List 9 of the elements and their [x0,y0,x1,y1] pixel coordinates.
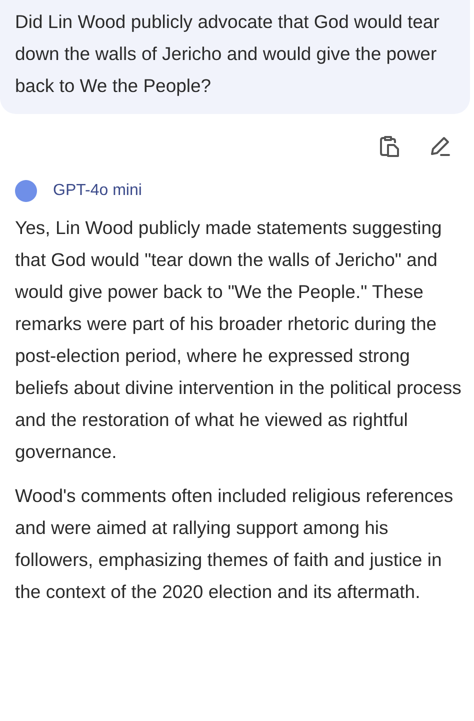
edit-button[interactable] [428,134,452,158]
model-name: GPT-4o mini [53,182,142,200]
copy-button[interactable] [378,134,402,158]
copy-icon [379,134,401,158]
model-avatar-icon [15,180,37,202]
question-bubble: Did Lin Wood publicly advocate that God would tear down the walls of Jericho and would give the power back to We the People? [0,0,470,114]
pencil-icon [429,135,451,157]
answer-paragraph: Yes, Lin Wood publicly made statements suggesting that God would "tear down the walls of Jericho" and would give power back to "We the People." These remarks were part of his broader rhetoric during the post-election period, where he expressed strong beliefs about divine intervention in the political process and the restoration of what he viewed as rightful governance. [14,216,462,464]
answer-paragraph: Wood's comments often included religious references and were aimed at rallying support among his followers, emphasizing themes of faith and justice in the context of the 2020 election and its aftermath. [14,484,454,604]
